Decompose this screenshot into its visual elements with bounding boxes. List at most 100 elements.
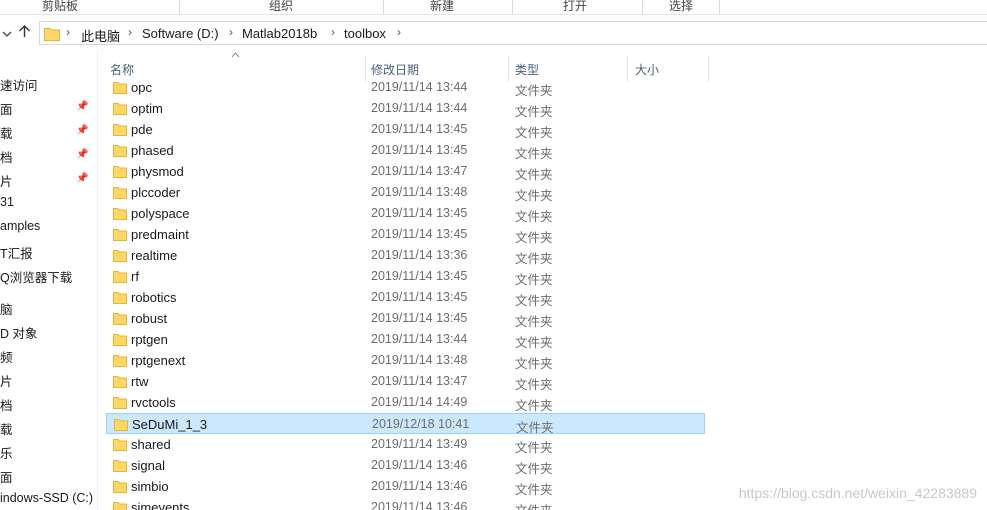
file-modified-date: 2019/11/14 13:45	[371, 290, 468, 304]
file-name[interactable]: robust	[131, 311, 167, 326]
nav-item-qq-browser-downloads[interactable]: Q浏览器下载	[0, 267, 72, 286]
file-name[interactable]: rtw	[131, 374, 148, 389]
pin-icon: 📌	[76, 149, 89, 160]
file-type: 文件夹	[515, 105, 553, 119]
file-row[interactable]: plccoder 2019/11/14 13:48 文件夹	[106, 182, 705, 203]
file-row[interactable]: simevents 2019/11/14 13:46 文件夹	[106, 497, 705, 510]
folder-icon	[113, 186, 127, 199]
file-name[interactable]: opc	[131, 80, 152, 95]
file-name[interactable]: rvctools	[131, 395, 176, 410]
file-row[interactable]: predmaint 2019/11/14 13:45 文件夹	[106, 224, 705, 245]
file-name[interactable]: polyspace	[131, 206, 190, 221]
nav-item-31[interactable]: 31	[0, 195, 14, 209]
recent-locations-button[interactable]	[2, 25, 12, 41]
breadcrumb-chevron-icon[interactable]: ›	[397, 25, 401, 39]
file-modified-date: 2019/11/14 13:47	[371, 374, 468, 388]
nav-item-documents[interactable]: 档	[0, 147, 13, 166]
nav-item-videos[interactable]: 频	[0, 347, 13, 366]
folder-icon	[113, 501, 127, 510]
breadcrumb-chevron-icon[interactable]: ›	[331, 25, 335, 39]
file-row[interactable]: simbio 2019/11/14 13:46 文件夹	[106, 476, 705, 497]
file-row[interactable]: realtime 2019/11/14 13:36 文件夹	[106, 245, 705, 266]
breadcrumb-software-drive[interactable]: Software (D:)	[142, 26, 219, 41]
file-name[interactable]: physmod	[131, 164, 184, 179]
nav-item-desktop[interactable]: 面	[0, 99, 13, 118]
file-row[interactable]: robotics 2019/11/14 13:45 文件夹	[106, 287, 705, 308]
folder-icon	[113, 165, 127, 178]
nav-item-downloads-pc[interactable]: 载	[0, 419, 13, 438]
file-list: opc 2019/11/14 13:44 文件夹 optim 2019/11/14 13…	[106, 77, 706, 510]
file-type: 文件夹	[515, 336, 553, 350]
nav-item-windows-ssd[interactable]: indows-SSD (C:)	[0, 491, 93, 505]
file-name[interactable]: signal	[131, 458, 165, 473]
nav-item-this-pc[interactable]: 脑	[0, 299, 13, 318]
file-name[interactable]: phased	[131, 143, 174, 158]
file-name[interactable]: pde	[131, 122, 153, 137]
file-modified-date: 2019/11/14 13:45	[371, 269, 468, 283]
file-row[interactable]: rtw 2019/11/14 13:47 文件夹	[106, 371, 705, 392]
ribbon-group-organize: 组织	[269, 0, 294, 13]
folder-icon	[113, 480, 127, 493]
column-separator[interactable]	[708, 56, 709, 82]
file-type: 文件夹	[515, 378, 553, 392]
folder-icon	[113, 396, 127, 409]
nav-item-pictures-pc[interactable]: 片	[0, 371, 13, 390]
file-name[interactable]: simbio	[131, 479, 169, 494]
file-name[interactable]: predmaint	[131, 227, 189, 242]
file-name[interactable]: SeDuMi_1_3	[132, 417, 207, 432]
file-modified-date: 2019/11/14 13:44	[371, 80, 468, 94]
breadcrumb-chevron-icon[interactable]: ›	[229, 25, 233, 39]
file-name[interactable]: shared	[131, 437, 171, 452]
nav-item-quick-access[interactable]: 速访问	[0, 75, 38, 94]
nav-item-downloads[interactable]: 载	[0, 123, 13, 142]
file-name[interactable]: realtime	[131, 248, 177, 263]
file-type: 文件夹	[515, 315, 553, 329]
nav-item-3d-objects[interactable]: D 对象	[0, 323, 38, 342]
file-row[interactable]: rvctools 2019/11/14 14:49 文件夹	[106, 392, 705, 413]
breadcrumb-chevron-icon[interactable]: ›	[66, 25, 70, 39]
pin-icon: 📌	[76, 101, 89, 112]
file-row[interactable]: shared 2019/11/14 13:49 文件夹	[106, 434, 705, 455]
file-row[interactable]: polyspace 2019/11/14 13:45 文件夹	[106, 203, 705, 224]
file-row[interactable]: physmod 2019/11/14 13:47 文件夹	[106, 161, 705, 182]
file-modified-date: 2019/11/14 13:36	[371, 248, 468, 262]
folder-icon	[113, 354, 127, 367]
file-row[interactable]: optim 2019/11/14 13:44 文件夹	[106, 98, 705, 119]
file-row[interactable]: phased 2019/11/14 13:45 文件夹	[106, 140, 705, 161]
file-row[interactable]: pde 2019/11/14 13:45 文件夹	[106, 119, 705, 140]
file-name[interactable]: rf	[131, 269, 139, 284]
file-name[interactable]: rptgen	[131, 332, 168, 347]
nav-item-report[interactable]: T汇报	[0, 243, 33, 262]
nav-item-desktop-pc[interactable]: 面	[0, 467, 13, 486]
ribbon-group-clipboard: 剪贴板	[42, 0, 79, 13]
nav-item-documents-pc[interactable]: 档	[0, 395, 13, 414]
breadcrumb-matlab2018b[interactable]: Matlab2018b	[242, 26, 317, 41]
file-modified-date: 2019/11/14 13:46	[371, 500, 468, 510]
folder-icon	[114, 418, 128, 431]
pin-icon: 📌	[76, 173, 89, 184]
file-row[interactable]: opc 2019/11/14 13:44 文件夹	[106, 77, 705, 98]
file-row[interactable]: rptgenext 2019/11/14 13:48 文件夹	[106, 350, 705, 371]
ribbon-separator	[179, 0, 180, 14]
file-name[interactable]: plccoder	[131, 185, 180, 200]
file-name[interactable]: simevents	[131, 500, 190, 510]
file-name[interactable]: rptgenext	[131, 353, 185, 368]
file-type: 文件夹	[515, 84, 553, 98]
breadcrumb-this-pc[interactable]: 此电脑	[81, 26, 120, 45]
file-row[interactable]: rptgen 2019/11/14 13:44 文件夹	[106, 329, 705, 350]
nav-item-examples[interactable]: amples	[0, 219, 40, 233]
breadcrumb-chevron-icon[interactable]: ›	[128, 25, 132, 39]
file-row[interactable]: SeDuMi_1_3 2019/12/18 10:41 文件夹	[106, 413, 705, 435]
file-row[interactable]: rf 2019/11/14 13:45 文件夹	[106, 266, 705, 287]
file-name[interactable]: optim	[131, 101, 163, 116]
file-modified-date: 2019/12/18 10:41	[372, 417, 470, 431]
address-bar[interactable]: › 此电脑 › Software (D:) › Matlab2018b › to…	[39, 21, 987, 45]
ribbon-separator	[512, 0, 513, 14]
nav-item-music[interactable]: 乐	[0, 443, 13, 462]
file-name[interactable]: robotics	[131, 290, 177, 305]
file-row[interactable]: robust 2019/11/14 13:45 文件夹	[106, 308, 705, 329]
file-row[interactable]: signal 2019/11/14 13:46 文件夹	[106, 455, 705, 476]
nav-item-pictures[interactable]: 片	[0, 171, 13, 190]
breadcrumb-toolbox[interactable]: toolbox	[344, 26, 386, 41]
up-button[interactable]	[18, 24, 31, 41]
